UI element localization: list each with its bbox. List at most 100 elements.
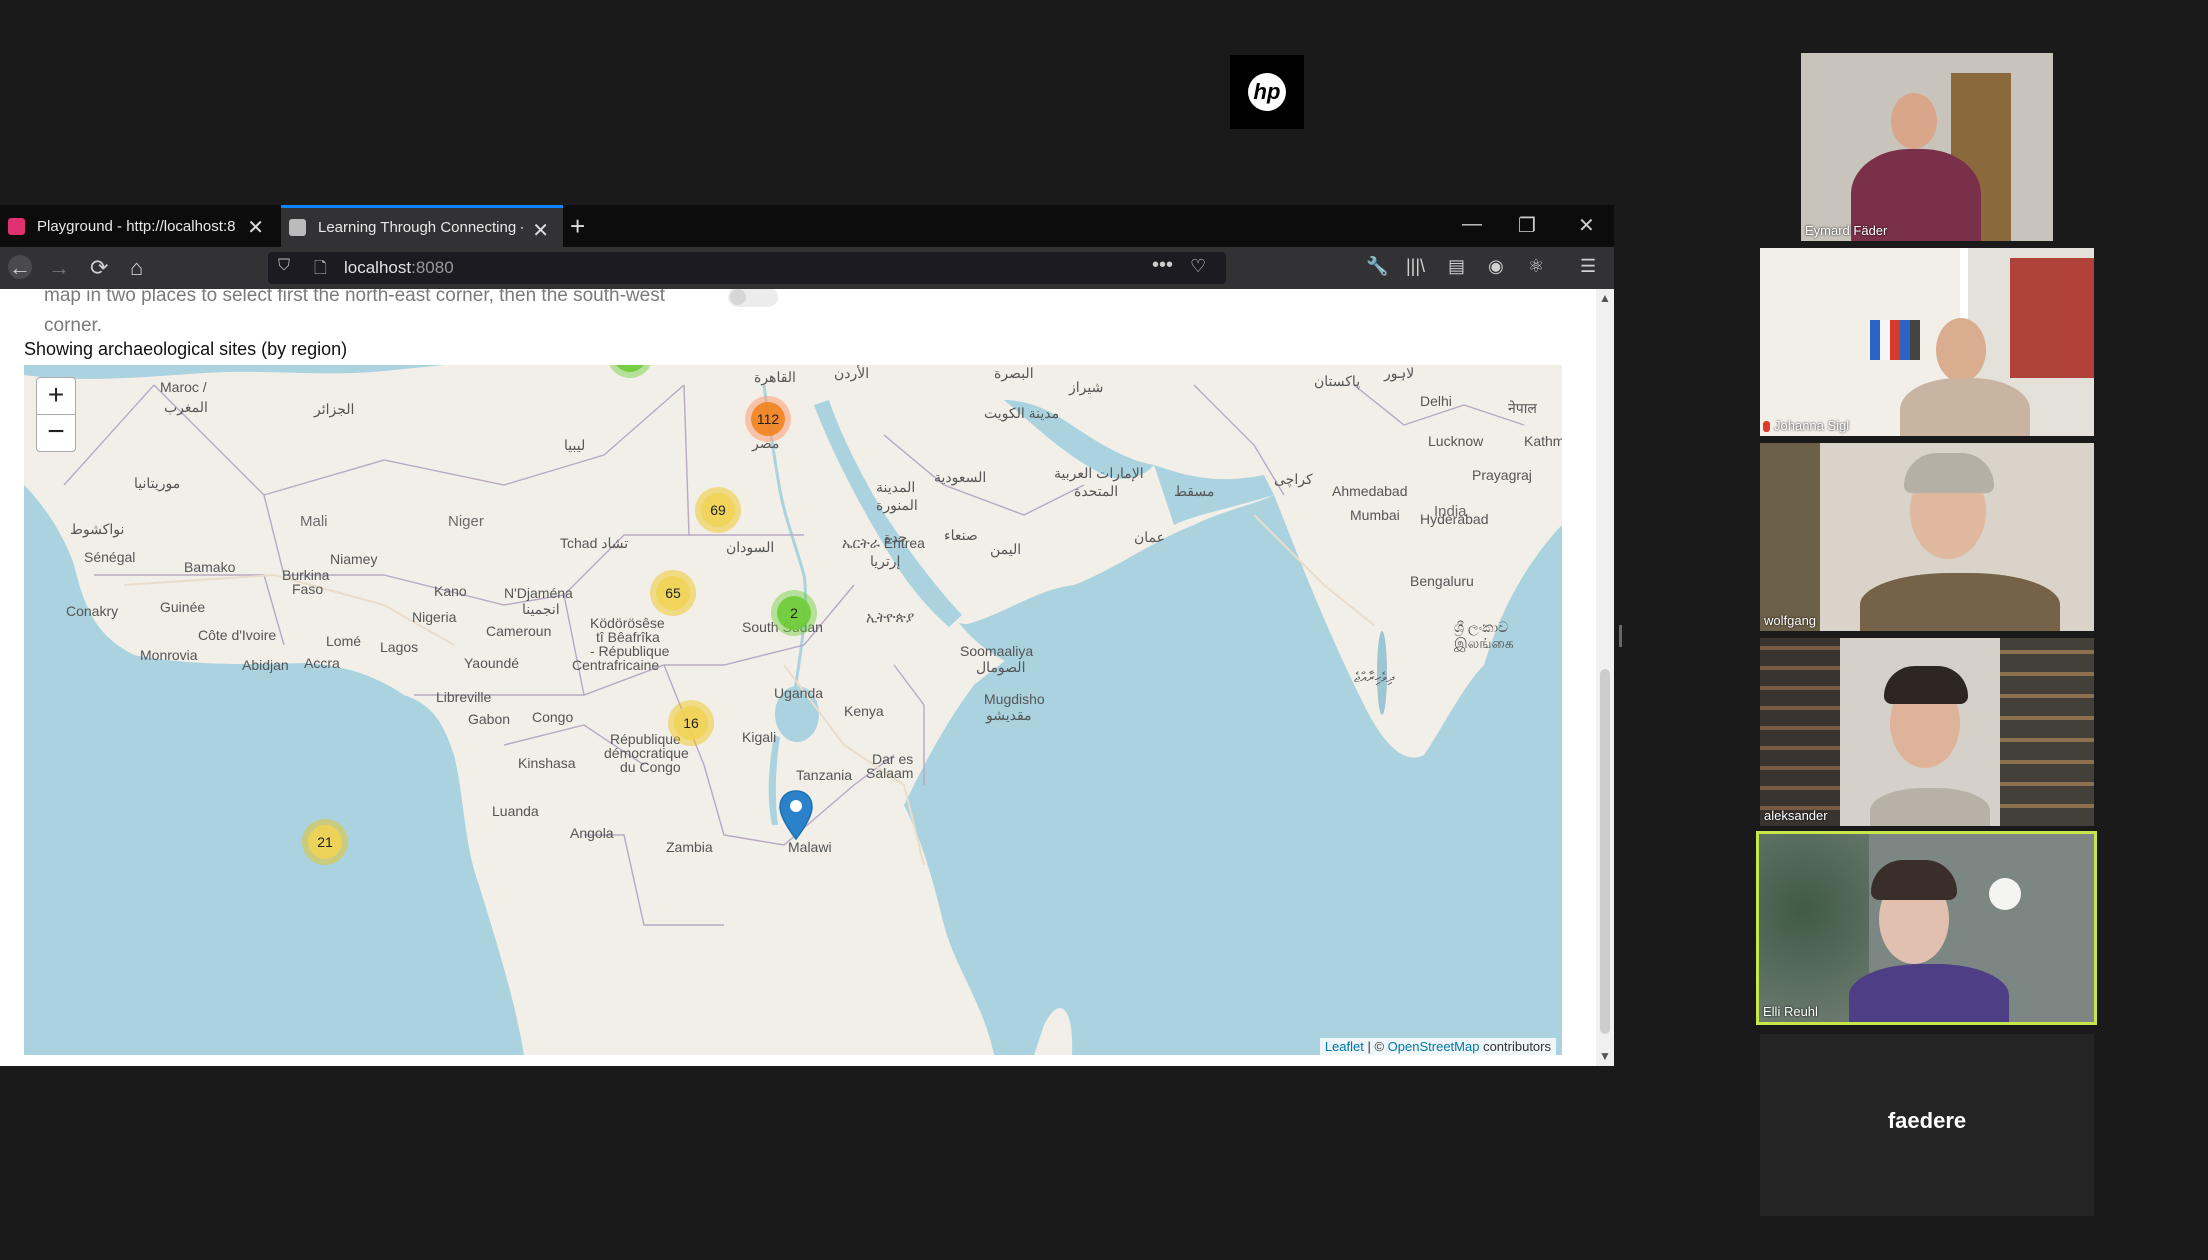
- hair: [1884, 666, 1968, 704]
- shield-icon[interactable]: ⛉: [278, 257, 290, 275]
- map-label: مقديشو: [986, 707, 1032, 723]
- close-window-icon[interactable]: ✕: [1578, 213, 1595, 238]
- close-icon[interactable]: ✕: [247, 215, 264, 240]
- map-label: مسقط: [1174, 483, 1215, 499]
- forward-icon[interactable]: →: [48, 255, 70, 281]
- map-label: Kathm: [1524, 433, 1562, 449]
- binder-row: [1870, 320, 1920, 360]
- web-page: map in two places to select first the no…: [0, 289, 1596, 1066]
- map-label: السودان: [726, 539, 775, 555]
- back-icon[interactable]: ←: [8, 255, 32, 280]
- pocket-icon[interactable]: ♡: [1190, 256, 1206, 277]
- map-label: Sénégal: [84, 549, 136, 565]
- map-label: Zambia: [666, 839, 713, 855]
- participant-name: Elli Reuhl: [1763, 1004, 1818, 1019]
- map-label: Lucknow: [1428, 433, 1484, 449]
- playground-favicon-icon: [8, 217, 25, 235]
- map-label: Prayagraj: [1472, 467, 1532, 483]
- map-label: إرتريا: [870, 553, 901, 569]
- url-bar[interactable]: ⛉ 🗋 localhost:8080 ••• ♡: [268, 252, 1226, 284]
- map-label: کراچی: [1274, 471, 1313, 487]
- page-scrollbar[interactable]: ▲ ▼: [1596, 289, 1614, 1066]
- map-label: Niamey: [330, 551, 378, 567]
- selection-toggle[interactable]: [728, 289, 778, 307]
- sidebar-icon[interactable]: ▤: [1448, 256, 1465, 277]
- map-attribution: Leaflet | © OpenStreetMap contributors: [1319, 1038, 1556, 1055]
- page-icon: 🗋: [314, 260, 327, 277]
- map-marker-icon[interactable]: [779, 790, 813, 840]
- participant-name: Eymard Fäder: [1805, 223, 1888, 238]
- navigation-toolbar: ← → ⟳ ⌂ ⛉ 🗋 localhost:8080 ••• ♡ 🔧 |||\ …: [0, 247, 1614, 289]
- reload-icon[interactable]: ⟳: [90, 255, 108, 281]
- map-label: Angola: [570, 825, 614, 841]
- map-label: پاکستان: [1314, 373, 1361, 389]
- menu-icon[interactable]: ☰: [1580, 256, 1596, 277]
- participant-avatar: [1891, 93, 1937, 149]
- hair: [1904, 453, 1994, 493]
- bookshelf-background: [2010, 258, 2094, 378]
- map-label: Niger: [448, 513, 484, 530]
- leaflet-link[interactable]: Leaflet: [1325, 1039, 1364, 1054]
- participant-tile[interactable]: aleksander: [1760, 638, 2094, 826]
- map-label: Salaam: [866, 765, 914, 781]
- zoom-in-button[interactable]: +: [36, 377, 76, 415]
- map-label: Delhi: [1420, 393, 1452, 409]
- participant-name: aleksander: [1764, 808, 1828, 823]
- restore-icon[interactable]: ❐: [1518, 213, 1536, 238]
- map-label: Centrafricaine: [572, 657, 660, 673]
- new-tab-icon[interactable]: +: [570, 211, 585, 242]
- map-label: Cameroun: [486, 623, 552, 639]
- close-icon[interactable]: ✕: [532, 218, 549, 243]
- home-icon[interactable]: ⌂: [130, 255, 143, 281]
- map-label: ኢትዮጵያ: [866, 609, 915, 625]
- help-text: map in two places to select first the no…: [44, 289, 665, 336]
- participant-tile[interactable]: Eymard Fäder: [1801, 53, 2053, 241]
- tab-learning-through-connecting[interactable]: Learning Through Connecting - ✕: [281, 205, 563, 247]
- map-label: Côte d'Ivoire: [198, 627, 277, 643]
- map-label: Lomé: [326, 633, 362, 649]
- osm-link[interactable]: OpenStreetMap: [1388, 1039, 1480, 1054]
- map-label: Abidjan: [242, 657, 289, 673]
- map-label: Bengaluru: [1410, 573, 1474, 589]
- zoom-out-button[interactable]: −: [36, 414, 76, 452]
- map-label: N'Djaména: [504, 585, 573, 601]
- participant-body: [1849, 964, 2009, 1022]
- map-label: ශ්‍රී ලංකාව: [1454, 619, 1509, 635]
- wrench-icon[interactable]: 🔧: [1366, 256, 1388, 277]
- url-text: localhost:8080: [344, 258, 454, 277]
- map-label: Tchad تشاد: [560, 535, 629, 551]
- tab-playground[interactable]: Playground - http://localhost:8 ✕: [0, 205, 278, 247]
- map-label: شيراز: [1069, 379, 1104, 395]
- scroll-down-icon[interactable]: ▼: [1599, 1049, 1611, 1063]
- account-icon[interactable]: ◉: [1488, 256, 1504, 277]
- site-cluster[interactable]: 69: [695, 487, 741, 533]
- participant-tile-video-off[interactable]: faedere: [1760, 1034, 2094, 1216]
- more-actions-icon[interactable]: •••: [1152, 254, 1173, 277]
- scrollbar-thumb[interactable]: [1600, 669, 1610, 1034]
- participant-tile[interactable]: wolfgang: [1760, 443, 2094, 631]
- site-cluster[interactable]: 21: [302, 819, 348, 865]
- scroll-up-icon[interactable]: ▲: [1599, 291, 1611, 305]
- site-cluster[interactable]: 65: [650, 570, 696, 616]
- participant-tile-active-speaker[interactable]: Elli Reuhl: [1756, 831, 2097, 1025]
- map-label: نواكشوط: [70, 521, 125, 537]
- map-label: عمان: [1134, 529, 1165, 545]
- extension-icon[interactable]: ⚛: [1528, 256, 1544, 277]
- minimize-icon[interactable]: —: [1462, 213, 1482, 236]
- site-cluster[interactable]: 2: [771, 590, 817, 636]
- map-label: الإمارات العربية: [1054, 465, 1144, 481]
- participant-avatar: [1936, 318, 1986, 382]
- map-label: Malawi: [788, 839, 832, 855]
- map-label: Hyderabad: [1420, 511, 1489, 527]
- map-label: اليمن: [990, 541, 1022, 557]
- leaflet-map[interactable]: + − Maroc / المغرب الجزائر ليبيا القاهرة…: [24, 365, 1562, 1055]
- participant-tile[interactable]: Johanna Sigl: [1760, 248, 2094, 436]
- panel-resize-handle[interactable]: [1619, 625, 1622, 647]
- site-cluster[interactable]: 112: [745, 396, 791, 442]
- site-cluster[interactable]: 16: [668, 700, 714, 746]
- library-icon[interactable]: |||\: [1406, 256, 1425, 277]
- participant-body: [1860, 573, 2060, 631]
- map-label: Congo: [532, 709, 574, 725]
- map-label: Tanzania: [796, 767, 853, 783]
- map-label: المتحدة: [1074, 483, 1119, 499]
